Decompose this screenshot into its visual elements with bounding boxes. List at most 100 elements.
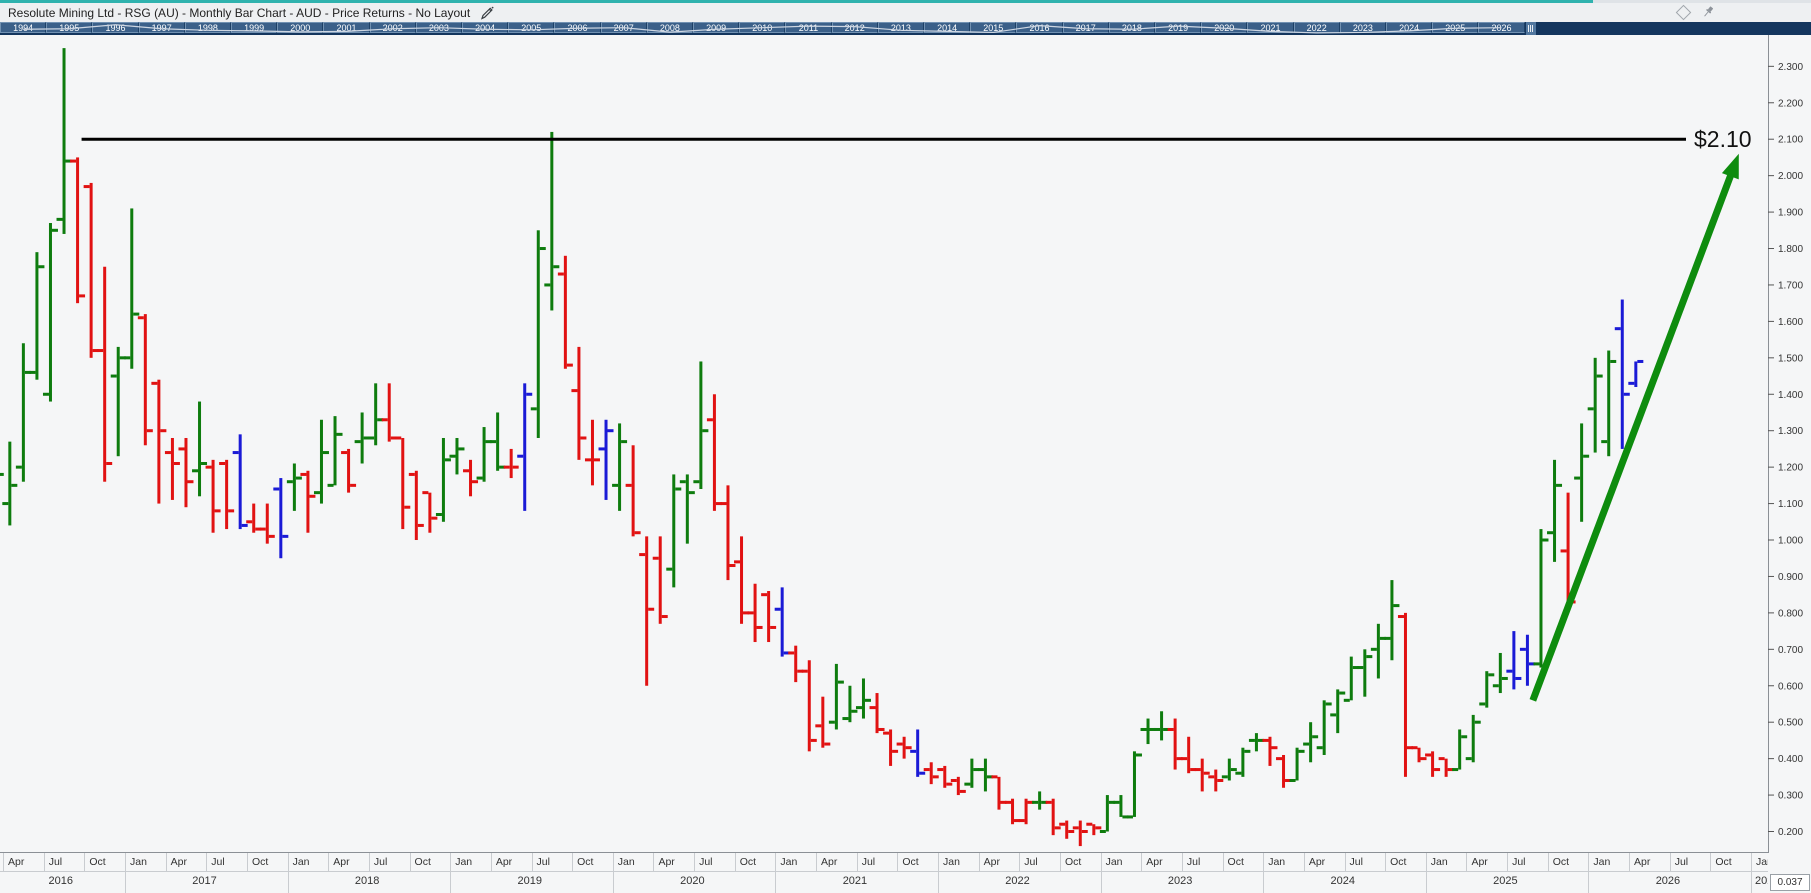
year-separator [287, 872, 289, 893]
quarter-separator [1751, 853, 1752, 871]
ohlc-bar [666, 474, 682, 588]
ohlc-bar [1005, 798, 1021, 825]
year-separator [612, 872, 614, 893]
ohlc-bar [1208, 769, 1224, 792]
year-tick-label: 2017 [192, 875, 217, 887]
timeline-year-2001[interactable]: 2001 [323, 22, 370, 33]
ohlc-bar [1370, 623, 1386, 679]
timeline-year-1995[interactable]: 1995 [46, 22, 93, 33]
ohlc-bar [42, 223, 58, 402]
timeline-year-2016[interactable]: 2016 [1016, 22, 1063, 33]
timeline-year-2015[interactable]: 2015 [970, 22, 1017, 33]
chart-title: Resolute Mining Ltd - RSG (AU) - Monthly… [8, 5, 471, 20]
y-axis-label: 1.100 [1778, 499, 1803, 510]
timeline-year-2026[interactable]: 2026 [1478, 22, 1525, 33]
ohlc-bar [1547, 459, 1563, 562]
quarter-separator [572, 853, 574, 871]
quarter-separator [856, 853, 858, 871]
timeline-year-1996[interactable]: 1996 [92, 22, 139, 33]
ohlc-bar [937, 765, 953, 788]
quarter-separator [206, 853, 208, 871]
timeline-year-2012[interactable]: 2012 [831, 22, 878, 33]
timeline-year-2014[interactable]: 2014 [924, 22, 971, 33]
timeline-year-2019[interactable]: 2019 [1155, 22, 1202, 33]
ohlc-bar [883, 729, 899, 766]
ohlc-bar [828, 663, 844, 730]
month-tick-label: Apr [821, 856, 838, 868]
projection-arrow-head[interactable] [1721, 153, 1739, 180]
pin-icon[interactable] [1701, 5, 1715, 19]
timeline-year-2013[interactable]: 2013 [877, 22, 924, 33]
ohlc-bar [639, 536, 655, 686]
ohlc-bar [205, 459, 221, 533]
month-tick-label: Jul [1512, 856, 1526, 868]
timeline-scroll-handle[interactable] [1525, 22, 1536, 35]
timeline-year-2021[interactable]: 2021 [1247, 22, 1294, 33]
diamond-icon[interactable] [1675, 4, 1692, 20]
month-tick-label: Apr [170, 856, 187, 868]
quarter-separator [287, 853, 289, 871]
timeline-year-2000[interactable]: 2000 [277, 22, 324, 33]
y-axis-label: 1.700 [1778, 280, 1803, 291]
timeline-year-2022[interactable]: 2022 [1293, 22, 1340, 33]
ohlc-bar [761, 591, 777, 643]
month-tick-label: Apr [983, 856, 1000, 868]
price-chart-canvas[interactable]: $2.10 0.200 0.300 0.400 0.500 0.600 0.700 0.800… [0, 35, 1811, 853]
ohlc-bar [449, 437, 465, 475]
timeline-year-2017[interactable]: 2017 [1062, 22, 1109, 33]
y-axis-label: 0.300 [1778, 791, 1803, 802]
ohlc-bar [300, 470, 316, 533]
timeline-year-2004[interactable]: 2004 [462, 22, 509, 33]
timeline-year-2009[interactable]: 2009 [693, 22, 740, 33]
month-tick-label: Apr [658, 856, 675, 868]
timeline-year-1998[interactable]: 1998 [184, 22, 231, 33]
ohlc-bar [1099, 795, 1115, 834]
pencil-icon[interactable] [480, 6, 494, 20]
timeline-year-2023[interactable]: 2023 [1339, 22, 1386, 33]
timeline-year-2011[interactable]: 2011 [785, 22, 832, 33]
ohlc-bar [747, 583, 763, 643]
quarter-separator [1425, 853, 1427, 871]
timeline-year-2002[interactable]: 2002 [369, 22, 416, 33]
timeline-year-2020[interactable]: 2020 [1201, 22, 1248, 33]
timeline-year-2007[interactable]: 2007 [600, 22, 647, 33]
ohlc-bar [1425, 751, 1441, 777]
ohlc-bar [463, 459, 479, 497]
timeline-year-2003[interactable]: 2003 [415, 22, 462, 33]
timeline-year-2025[interactable]: 2025 [1432, 22, 1479, 33]
ohlc-bar [246, 503, 262, 533]
ohlc-bar [232, 434, 248, 530]
quarter-separator [816, 853, 818, 871]
timeline-year-1994[interactable]: 1994 [0, 22, 47, 33]
ohlc-bar [612, 423, 628, 511]
timeline-year-2008[interactable]: 2008 [646, 22, 693, 33]
quarter-separator [1344, 853, 1346, 871]
ohlc-bar [734, 536, 750, 624]
ohlc-bar [1072, 820, 1088, 847]
price-level-label[interactable]: $2.10 [1694, 126, 1752, 152]
quarter-separator [653, 853, 655, 871]
quarter-separator [531, 853, 533, 871]
timeline-year-scrollbar[interactable]: 1994 1995 1996 1997 1998 1999 2000 2001 2002 2003… [0, 22, 1811, 35]
year-tick-label: 2016 [48, 875, 73, 887]
timeline-year-1997[interactable]: 1997 [138, 22, 185, 33]
y-axis-label: 1.500 [1778, 353, 1803, 364]
ohlc-bar [1140, 718, 1156, 745]
timeline-year-2010[interactable]: 2010 [739, 22, 786, 33]
ohlc-bar [991, 775, 1007, 810]
timeline-year-2024[interactable]: 2024 [1386, 22, 1433, 33]
timeline-year-2005[interactable]: 2005 [508, 22, 555, 33]
ohlc-bar [815, 696, 831, 748]
timeline-year-2006[interactable]: 2006 [554, 22, 601, 33]
quarter-separator [43, 853, 45, 871]
timeline-year-2018[interactable]: 2018 [1108, 22, 1155, 33]
ohlc-bar [1289, 747, 1305, 782]
ohlc-bar [1032, 791, 1048, 810]
ohlc-bar [964, 758, 980, 788]
projection-arrow-shaft[interactable] [1529, 171, 1736, 702]
month-tick-label: Jan [130, 856, 147, 868]
ohlc-bar [1479, 671, 1495, 708]
timeline-year-1999[interactable]: 1999 [231, 22, 278, 33]
ohlc-bar [517, 383, 533, 511]
month-tick-label: Jul [861, 856, 876, 868]
